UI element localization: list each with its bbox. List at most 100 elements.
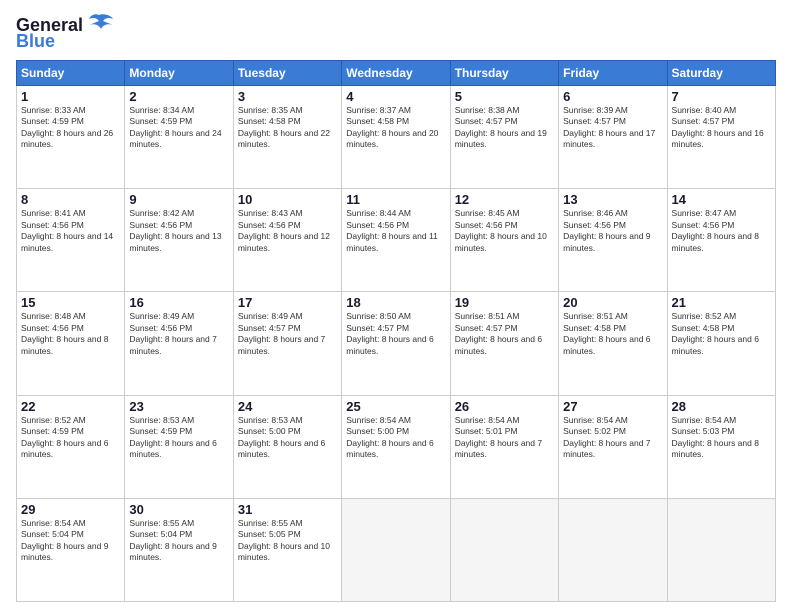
day-info: Sunrise: 8:43 AM Sunset: 4:56 PM Dayligh… (238, 208, 337, 254)
day-number: 31 (238, 502, 337, 517)
calendar-cell: 11 Sunrise: 8:44 AM Sunset: 4:56 PM Dayl… (342, 189, 450, 292)
weekday-header-wednesday: Wednesday (342, 61, 450, 86)
week-row-3: 15 Sunrise: 8:48 AM Sunset: 4:56 PM Dayl… (17, 292, 776, 395)
logo-bird-icon (85, 13, 113, 33)
calendar-cell: 4 Sunrise: 8:37 AM Sunset: 4:58 PM Dayli… (342, 86, 450, 189)
calendar-cell: 9 Sunrise: 8:42 AM Sunset: 4:56 PM Dayli… (125, 189, 233, 292)
day-info: Sunrise: 8:41 AM Sunset: 4:56 PM Dayligh… (21, 208, 120, 254)
day-number: 17 (238, 295, 337, 310)
week-row-4: 22 Sunrise: 8:52 AM Sunset: 4:59 PM Dayl… (17, 395, 776, 498)
day-number: 10 (238, 192, 337, 207)
day-info: Sunrise: 8:51 AM Sunset: 4:57 PM Dayligh… (455, 311, 554, 357)
calendar-cell: 31 Sunrise: 8:55 AM Sunset: 5:05 PM Dayl… (233, 498, 341, 601)
calendar-cell: 22 Sunrise: 8:52 AM Sunset: 4:59 PM Dayl… (17, 395, 125, 498)
day-info: Sunrise: 8:55 AM Sunset: 5:05 PM Dayligh… (238, 518, 337, 564)
day-number: 12 (455, 192, 554, 207)
day-info: Sunrise: 8:49 AM Sunset: 4:56 PM Dayligh… (129, 311, 228, 357)
weekday-header-sunday: Sunday (17, 61, 125, 86)
calendar-cell: 15 Sunrise: 8:48 AM Sunset: 4:56 PM Dayl… (17, 292, 125, 395)
logo-blue: Blue (16, 32, 55, 50)
day-info: Sunrise: 8:33 AM Sunset: 4:59 PM Dayligh… (21, 105, 120, 151)
day-info: Sunrise: 8:35 AM Sunset: 4:58 PM Dayligh… (238, 105, 337, 151)
day-number: 3 (238, 89, 337, 104)
day-number: 13 (563, 192, 662, 207)
weekday-header-row: SundayMondayTuesdayWednesdayThursdayFrid… (17, 61, 776, 86)
calendar-cell: 26 Sunrise: 8:54 AM Sunset: 5:01 PM Dayl… (450, 395, 558, 498)
week-row-5: 29 Sunrise: 8:54 AM Sunset: 5:04 PM Dayl… (17, 498, 776, 601)
day-info: Sunrise: 8:45 AM Sunset: 4:56 PM Dayligh… (455, 208, 554, 254)
calendar-cell: 6 Sunrise: 8:39 AM Sunset: 4:57 PM Dayli… (559, 86, 667, 189)
calendar-cell (450, 498, 558, 601)
day-number: 11 (346, 192, 445, 207)
day-number: 7 (672, 89, 771, 104)
calendar-cell: 14 Sunrise: 8:47 AM Sunset: 4:56 PM Dayl… (667, 189, 775, 292)
day-number: 8 (21, 192, 120, 207)
day-number: 18 (346, 295, 445, 310)
day-number: 5 (455, 89, 554, 104)
day-number: 23 (129, 399, 228, 414)
day-info: Sunrise: 8:42 AM Sunset: 4:56 PM Dayligh… (129, 208, 228, 254)
day-info: Sunrise: 8:49 AM Sunset: 4:57 PM Dayligh… (238, 311, 337, 357)
calendar-cell (342, 498, 450, 601)
calendar-cell: 30 Sunrise: 8:55 AM Sunset: 5:04 PM Dayl… (125, 498, 233, 601)
day-info: Sunrise: 8:34 AM Sunset: 4:59 PM Dayligh… (129, 105, 228, 151)
day-info: Sunrise: 8:54 AM Sunset: 5:01 PM Dayligh… (455, 415, 554, 461)
day-number: 25 (346, 399, 445, 414)
calendar-cell: 16 Sunrise: 8:49 AM Sunset: 4:56 PM Dayl… (125, 292, 233, 395)
calendar-cell: 25 Sunrise: 8:54 AM Sunset: 5:00 PM Dayl… (342, 395, 450, 498)
calendar-cell: 3 Sunrise: 8:35 AM Sunset: 4:58 PM Dayli… (233, 86, 341, 189)
day-info: Sunrise: 8:54 AM Sunset: 5:04 PM Dayligh… (21, 518, 120, 564)
day-number: 4 (346, 89, 445, 104)
day-number: 26 (455, 399, 554, 414)
day-info: Sunrise: 8:37 AM Sunset: 4:58 PM Dayligh… (346, 105, 445, 151)
calendar-cell: 12 Sunrise: 8:45 AM Sunset: 4:56 PM Dayl… (450, 189, 558, 292)
calendar-table: SundayMondayTuesdayWednesdayThursdayFrid… (16, 60, 776, 602)
calendar-cell: 24 Sunrise: 8:53 AM Sunset: 5:00 PM Dayl… (233, 395, 341, 498)
calendar-container: General Blue SundayMondayTuesdayWednesda… (0, 0, 792, 612)
weekday-header-saturday: Saturday (667, 61, 775, 86)
day-info: Sunrise: 8:52 AM Sunset: 4:58 PM Dayligh… (672, 311, 771, 357)
day-number: 9 (129, 192, 228, 207)
day-number: 20 (563, 295, 662, 310)
logo: General Blue (16, 16, 113, 50)
day-info: Sunrise: 8:55 AM Sunset: 5:04 PM Dayligh… (129, 518, 228, 564)
day-number: 28 (672, 399, 771, 414)
day-number: 16 (129, 295, 228, 310)
weekday-header-thursday: Thursday (450, 61, 558, 86)
day-number: 19 (455, 295, 554, 310)
calendar-cell: 2 Sunrise: 8:34 AM Sunset: 4:59 PM Dayli… (125, 86, 233, 189)
day-info: Sunrise: 8:38 AM Sunset: 4:57 PM Dayligh… (455, 105, 554, 151)
day-info: Sunrise: 8:48 AM Sunset: 4:56 PM Dayligh… (21, 311, 120, 357)
weekday-header-friday: Friday (559, 61, 667, 86)
day-number: 29 (21, 502, 120, 517)
week-row-2: 8 Sunrise: 8:41 AM Sunset: 4:56 PM Dayli… (17, 189, 776, 292)
calendar-cell: 23 Sunrise: 8:53 AM Sunset: 4:59 PM Dayl… (125, 395, 233, 498)
day-info: Sunrise: 8:40 AM Sunset: 4:57 PM Dayligh… (672, 105, 771, 151)
day-info: Sunrise: 8:53 AM Sunset: 5:00 PM Dayligh… (238, 415, 337, 461)
weekday-header-tuesday: Tuesday (233, 61, 341, 86)
calendar-cell: 1 Sunrise: 8:33 AM Sunset: 4:59 PM Dayli… (17, 86, 125, 189)
day-number: 2 (129, 89, 228, 104)
day-info: Sunrise: 8:47 AM Sunset: 4:56 PM Dayligh… (672, 208, 771, 254)
calendar-cell (559, 498, 667, 601)
calendar-cell: 20 Sunrise: 8:51 AM Sunset: 4:58 PM Dayl… (559, 292, 667, 395)
header: General Blue (16, 16, 776, 50)
calendar-cell: 5 Sunrise: 8:38 AM Sunset: 4:57 PM Dayli… (450, 86, 558, 189)
day-info: Sunrise: 8:39 AM Sunset: 4:57 PM Dayligh… (563, 105, 662, 151)
calendar-cell: 29 Sunrise: 8:54 AM Sunset: 5:04 PM Dayl… (17, 498, 125, 601)
day-info: Sunrise: 8:54 AM Sunset: 5:03 PM Dayligh… (672, 415, 771, 461)
day-number: 30 (129, 502, 228, 517)
weekday-header-monday: Monday (125, 61, 233, 86)
calendar-cell: 7 Sunrise: 8:40 AM Sunset: 4:57 PM Dayli… (667, 86, 775, 189)
calendar-cell: 13 Sunrise: 8:46 AM Sunset: 4:56 PM Dayl… (559, 189, 667, 292)
week-row-1: 1 Sunrise: 8:33 AM Sunset: 4:59 PM Dayli… (17, 86, 776, 189)
calendar-cell (667, 498, 775, 601)
day-number: 14 (672, 192, 771, 207)
day-number: 27 (563, 399, 662, 414)
day-info: Sunrise: 8:52 AM Sunset: 4:59 PM Dayligh… (21, 415, 120, 461)
day-number: 21 (672, 295, 771, 310)
calendar-cell: 18 Sunrise: 8:50 AM Sunset: 4:57 PM Dayl… (342, 292, 450, 395)
day-info: Sunrise: 8:54 AM Sunset: 5:00 PM Dayligh… (346, 415, 445, 461)
day-number: 24 (238, 399, 337, 414)
day-info: Sunrise: 8:51 AM Sunset: 4:58 PM Dayligh… (563, 311, 662, 357)
